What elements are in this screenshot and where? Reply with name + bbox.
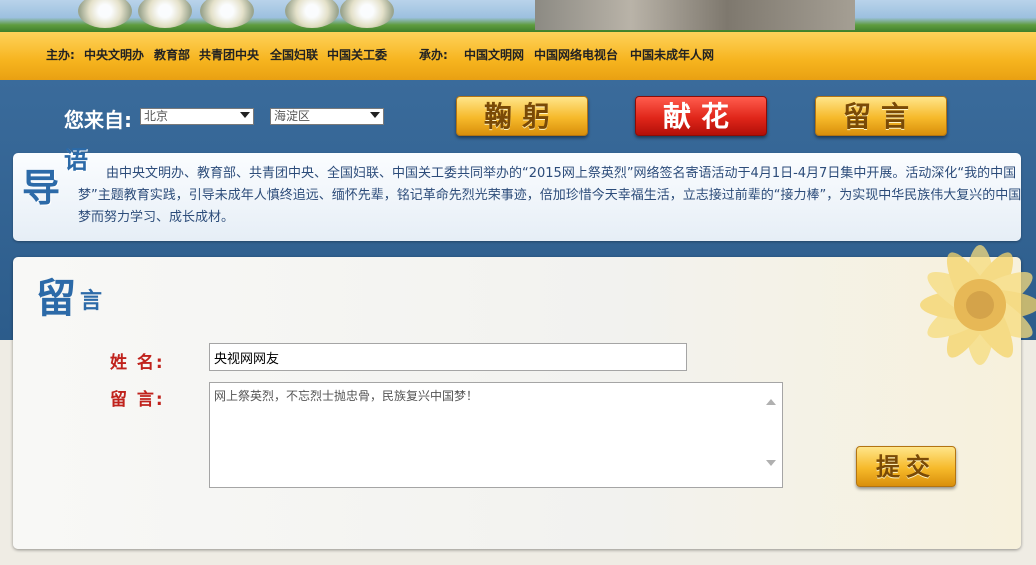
sponsor-item: 中国关工委	[327, 48, 388, 62]
flowers-button[interactable]: 献花	[635, 96, 767, 136]
chevron-down-icon	[370, 112, 380, 118]
province-select[interactable]: 北京	[140, 108, 254, 125]
scroll-up-icon[interactable]	[766, 399, 776, 405]
submit-button[interactable]: 提交	[856, 446, 956, 487]
district-select[interactable]: 海淀区	[270, 108, 384, 125]
sponsor-item: 全国妇联	[270, 48, 319, 62]
form-logo-small: 言	[80, 288, 103, 314]
province-value: 北京	[144, 109, 169, 123]
wreath-icon	[78, 0, 132, 28]
intro-text: 由中央文明办、教育部、共青团中央、全国妇联、中国关工委共同举办的“2015网上祭…	[78, 166, 1022, 225]
name-input[interactable]	[209, 343, 687, 371]
name-label: 姓 名:	[110, 353, 165, 373]
monument-relief-image	[535, 0, 855, 30]
sponsors-label: 主办:	[46, 48, 75, 62]
wreath-icon	[285, 0, 339, 28]
intro-logo-big: 导	[22, 165, 61, 210]
sunflower-decoration-icon	[920, 245, 1036, 365]
organizers-label: 承办:	[419, 48, 448, 62]
sponsor-item: 中央文明办	[84, 48, 145, 62]
wreath-icon	[138, 0, 192, 28]
chevron-down-icon	[240, 112, 250, 118]
scroll-down-icon[interactable]	[766, 460, 776, 466]
sponsor-item: 共青团中央	[199, 48, 260, 62]
organizer-item: 中国文明网	[464, 48, 525, 62]
bow-button[interactable]: 鞠躬	[456, 96, 588, 136]
location-label: 您来自:	[64, 108, 132, 132]
organizer-item: 中国未成年人网	[630, 48, 715, 62]
wreath-icon	[340, 0, 394, 28]
district-value: 海淀区	[274, 109, 311, 123]
form-logo-big: 留	[36, 275, 76, 322]
sponsor-bar: 主办: 中央文明办 教育部 共青团中央 全国妇联 中国关工委 承办: 中国文明网…	[0, 32, 1036, 80]
sponsor-item: 教育部	[154, 48, 191, 62]
wreath-icon	[200, 0, 254, 28]
top-banner-image	[0, 0, 1036, 32]
organizer-item: 中国网络电视台	[534, 48, 619, 62]
message-label: 留 言:	[110, 390, 165, 410]
message-button[interactable]: 留言	[815, 96, 947, 136]
message-textarea[interactable]: 网上祭英烈，不忘烈士抛忠骨，民族复兴中国梦！	[209, 382, 783, 488]
